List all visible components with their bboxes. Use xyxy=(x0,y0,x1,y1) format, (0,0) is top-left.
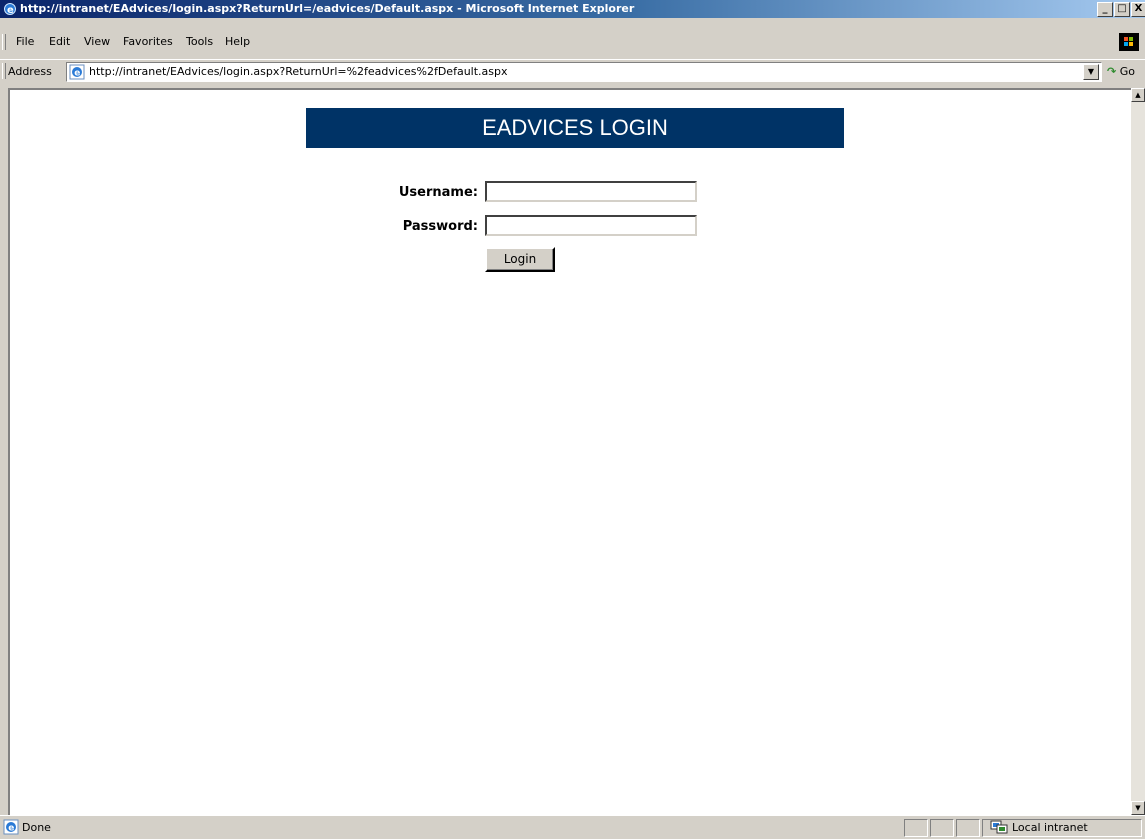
menu-tools[interactable]: Tools xyxy=(186,35,213,48)
page-header: EADVICES LOGIN xyxy=(306,108,844,148)
minimize-button[interactable]: _ xyxy=(1097,2,1113,17)
address-input[interactable]: e http://intranet/EAdvices/login.aspx?Re… xyxy=(66,62,1102,82)
address-bar: Address e http://intranet/EAdvices/login… xyxy=(0,59,1145,85)
address-label: Address xyxy=(8,65,52,78)
address-dropdown-button[interactable]: ▼ xyxy=(1083,64,1099,80)
menu-edit[interactable]: Edit xyxy=(49,35,70,48)
status-text: Done xyxy=(22,821,51,834)
login-button[interactable]: Login xyxy=(485,247,555,272)
svg-text:e: e xyxy=(7,5,14,16)
ie-icon: e xyxy=(4,3,16,16)
zone-text: Local intranet xyxy=(1012,821,1088,834)
address-grip[interactable] xyxy=(2,63,6,79)
username-input[interactable] xyxy=(485,181,697,202)
ie-page-icon: e xyxy=(69,64,85,80)
go-arrow-icon: ↷ xyxy=(1107,65,1117,78)
menu-bar: File Edit View Favorites Tools Help xyxy=(0,32,1145,52)
menu-file[interactable]: File xyxy=(16,35,34,48)
address-url: http://intranet/EAdvices/login.aspx?Retu… xyxy=(89,65,508,78)
status-pane xyxy=(956,819,980,837)
username-label: Username: xyxy=(398,185,478,200)
svg-text:e: e xyxy=(8,824,14,834)
svg-text:e: e xyxy=(74,69,80,79)
status-pane xyxy=(930,819,954,837)
ie-page-icon: e xyxy=(3,819,19,835)
menu-grip[interactable] xyxy=(2,34,6,50)
close-button[interactable]: X xyxy=(1131,2,1145,17)
page-content: EADVICES LOGIN Username: Password: Login xyxy=(8,88,1133,817)
menu-help[interactable]: Help xyxy=(225,35,250,48)
windows-logo-icon xyxy=(1119,33,1139,51)
menu-favorites[interactable]: Favorites xyxy=(123,35,173,48)
local-intranet-icon xyxy=(990,820,1008,834)
menu-view[interactable]: View xyxy=(84,35,110,48)
go-button[interactable]: ↷ Go xyxy=(1107,65,1135,78)
maximize-button[interactable]: □ xyxy=(1114,2,1130,17)
scroll-down-button[interactable]: ▼ xyxy=(1131,801,1145,815)
scroll-up-button[interactable]: ▲ xyxy=(1131,88,1145,102)
vertical-scrollbar[interactable]: ▲ ▼ xyxy=(1131,88,1145,815)
password-input[interactable] xyxy=(485,215,697,236)
status-pane xyxy=(904,819,928,837)
window-title: http://intranet/EAdvices/login.aspx?Retu… xyxy=(20,2,635,15)
status-bar: e Done Local intranet xyxy=(0,815,1145,839)
password-label: Password: xyxy=(402,219,478,234)
window-title-bar[interactable]: e http://intranet/EAdvices/login.aspx?Re… xyxy=(0,0,1145,18)
go-label: Go xyxy=(1119,65,1135,78)
